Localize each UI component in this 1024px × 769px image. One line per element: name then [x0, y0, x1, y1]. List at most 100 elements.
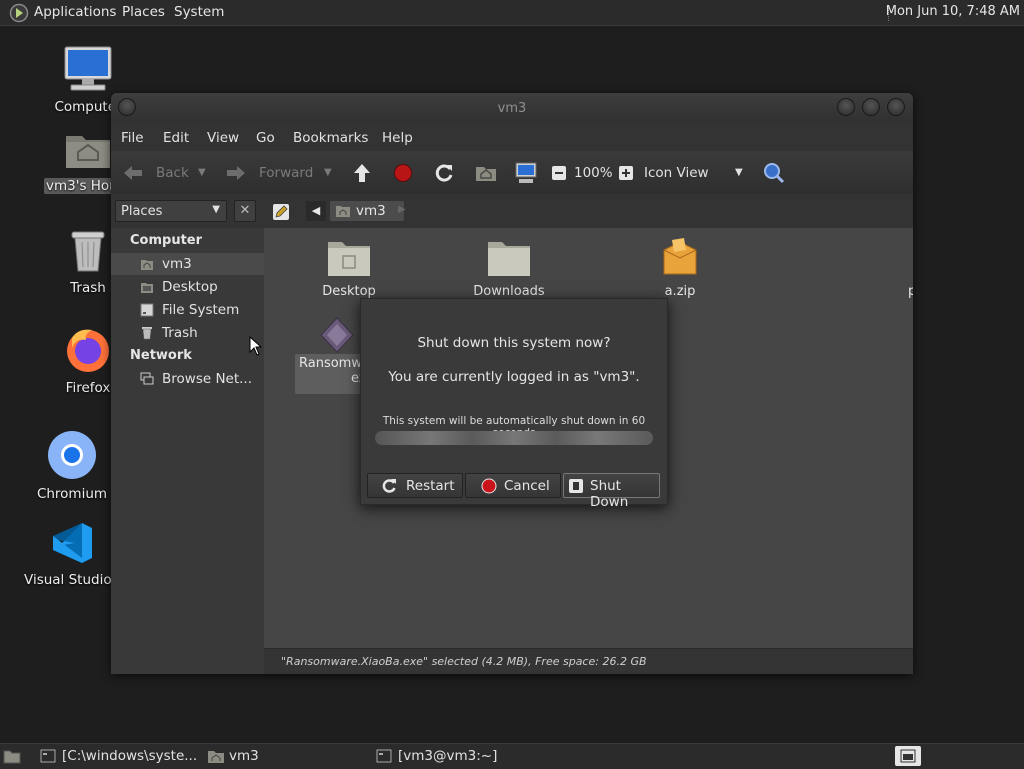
sidebar-section-computer: Computer [130, 233, 203, 248]
workspace-icon [900, 749, 916, 763]
sidebar-item-vm3[interactable]: vm3 [111, 253, 264, 275]
task-label: [C:\windows\syste... [62, 748, 198, 764]
menu-bookmarks[interactable]: Bookmarks [293, 130, 368, 146]
path-back-button[interactable]: ◀ [306, 201, 326, 221]
clock[interactable]: Mon Jun 10, 7:48 AM [886, 4, 1020, 19]
desktop-icon [141, 283, 153, 293]
executable-icon [320, 317, 354, 353]
task-file-manager[interactable]: vm3 [205, 747, 365, 767]
restart-button[interactable]: Restart [367, 473, 463, 498]
back-button[interactable]: Back [156, 165, 189, 181]
forward-button[interactable]: Forward [259, 165, 313, 181]
menu-edit[interactable]: Edit [163, 130, 189, 146]
forward-history-dropdown[interactable]: ▼ [324, 167, 332, 178]
file-item-label: a.zip [664, 284, 696, 299]
terminal-icon [376, 749, 392, 763]
shutdown-dialog: Shut down this system now? You are curre… [360, 298, 668, 510]
menu-help[interactable]: Help [382, 130, 413, 146]
menu-applications[interactable]: Applications [34, 4, 116, 20]
file-item-a-zip[interactable]: a.zip [620, 236, 740, 299]
sidebar-item-browse-network[interactable]: Browse Net... [111, 368, 264, 390]
home-icon[interactable] [475, 163, 497, 183]
task-windows-terminal[interactable]: [C:\windows\syste... [38, 747, 198, 767]
firefox-icon [67, 329, 109, 372]
maximize-button[interactable] [862, 98, 880, 116]
back-arrow-icon[interactable] [122, 164, 144, 182]
file-item-desktop[interactable]: Desktop [289, 236, 409, 299]
task-label: [vm3@vm3:~] [398, 748, 498, 764]
chromium-icon [48, 431, 96, 479]
stop-icon [481, 478, 497, 494]
home-icon [141, 260, 153, 270]
view-mode-select[interactable]: Icon View [644, 165, 709, 181]
file-item-label: Downloads [473, 284, 545, 299]
menu-system[interactable]: System [174, 4, 224, 20]
title-bar[interactable]: vm3 [111, 93, 913, 123]
desktop-icon-label: Chromium [36, 486, 108, 502]
stop-icon[interactable] [393, 163, 413, 183]
zoom-out-icon[interactable] [551, 165, 567, 181]
dialog-title: Shut down this system now? [417, 335, 611, 351]
close-button[interactable] [887, 98, 905, 116]
sidebar-item-trash[interactable]: Trash [111, 322, 264, 344]
file-item-downloads[interactable]: Downloads [449, 236, 569, 299]
sidebar: Computer vm3 Desktop File System Trash N… [111, 228, 265, 674]
computer-icon[interactable] [515, 162, 537, 184]
desktop-icon-chromium[interactable]: Chromium [22, 430, 122, 502]
home-folder-icon [208, 751, 224, 763]
home-icon [336, 206, 350, 217]
view-mode-dropdown[interactable]: ▼ [735, 167, 743, 178]
folder-icon [328, 242, 370, 276]
file-item-penis-pem[interactable]: penis.pem [882, 236, 913, 299]
workspace-switcher[interactable] [895, 746, 921, 766]
sidebar-section-network: Network [130, 348, 192, 363]
drive-icon [140, 303, 154, 317]
toolbar: Back ▼ Forward ▼ 100% Icon View ▼ [111, 151, 913, 195]
home-folder-icon [66, 136, 110, 168]
sidebar-item-file-system[interactable]: File System [111, 299, 264, 321]
menu-view[interactable]: View [207, 130, 239, 146]
up-arrow-icon[interactable] [352, 162, 372, 184]
path-segment-vm3[interactable]: vm3 [330, 201, 404, 221]
edit-location-icon[interactable] [272, 203, 290, 221]
chevron-down-icon: ▼ [212, 204, 220, 215]
zoom-in-icon[interactable] [618, 165, 634, 181]
search-icon[interactable] [763, 162, 785, 184]
sidebar-item-label: Desktop [162, 279, 218, 295]
shutdown-button[interactable]: Shut Down [563, 473, 660, 510]
trash-icon [142, 327, 152, 340]
folder-icon [488, 242, 530, 276]
back-history-dropdown[interactable]: ▼ [198, 167, 206, 178]
show-desktop-icon[interactable] [3, 748, 21, 764]
file-item-label: Desktop [322, 284, 376, 299]
trash-icon [71, 231, 105, 272]
taskbar: [C:\windows\syste... vm3 [vm3@vm3:~] [0, 743, 1024, 769]
window-title: vm3 [497, 101, 527, 116]
path-forward-arrow-icon[interactable]: ▶ [398, 204, 406, 215]
task-terminal[interactable]: [vm3@vm3:~] [374, 747, 534, 767]
menu-logo-icon[interactable] [9, 3, 29, 23]
menu-bar: File Edit View Go Bookmarks Help [111, 123, 913, 151]
menu-places[interactable]: Places [122, 4, 165, 20]
menu-file[interactable]: File [121, 130, 144, 146]
zoom-level[interactable]: 100% [574, 165, 613, 181]
minimize-button[interactable] [837, 98, 855, 116]
reload-icon[interactable] [434, 163, 454, 183]
restart-button-label: Restart [406, 478, 455, 494]
cancel-button-label: Cancel [504, 478, 550, 494]
desktop-icon-vscode[interactable]: Visual Studio Code [24, 520, 120, 588]
sidebar-close-button[interactable]: ✕ [234, 200, 256, 222]
cancel-button[interactable]: Cancel [465, 473, 561, 498]
sidebar-item-label: vm3 [162, 256, 192, 272]
archive-icon [663, 238, 697, 275]
network-icon [140, 372, 154, 385]
shutdown-icon [569, 479, 583, 493]
forward-arrow-icon[interactable] [225, 164, 247, 182]
menu-go[interactable]: Go [256, 130, 275, 146]
sidebar-type-select[interactable]: Places ▼ [115, 200, 227, 222]
computer-icon [64, 46, 112, 91]
vscode-icon [53, 523, 92, 563]
sidebar-item-desktop[interactable]: Desktop [111, 276, 264, 298]
dialog-message: You are currently logged in as "vm3". [388, 369, 640, 385]
countdown-progress-bar [375, 431, 653, 445]
